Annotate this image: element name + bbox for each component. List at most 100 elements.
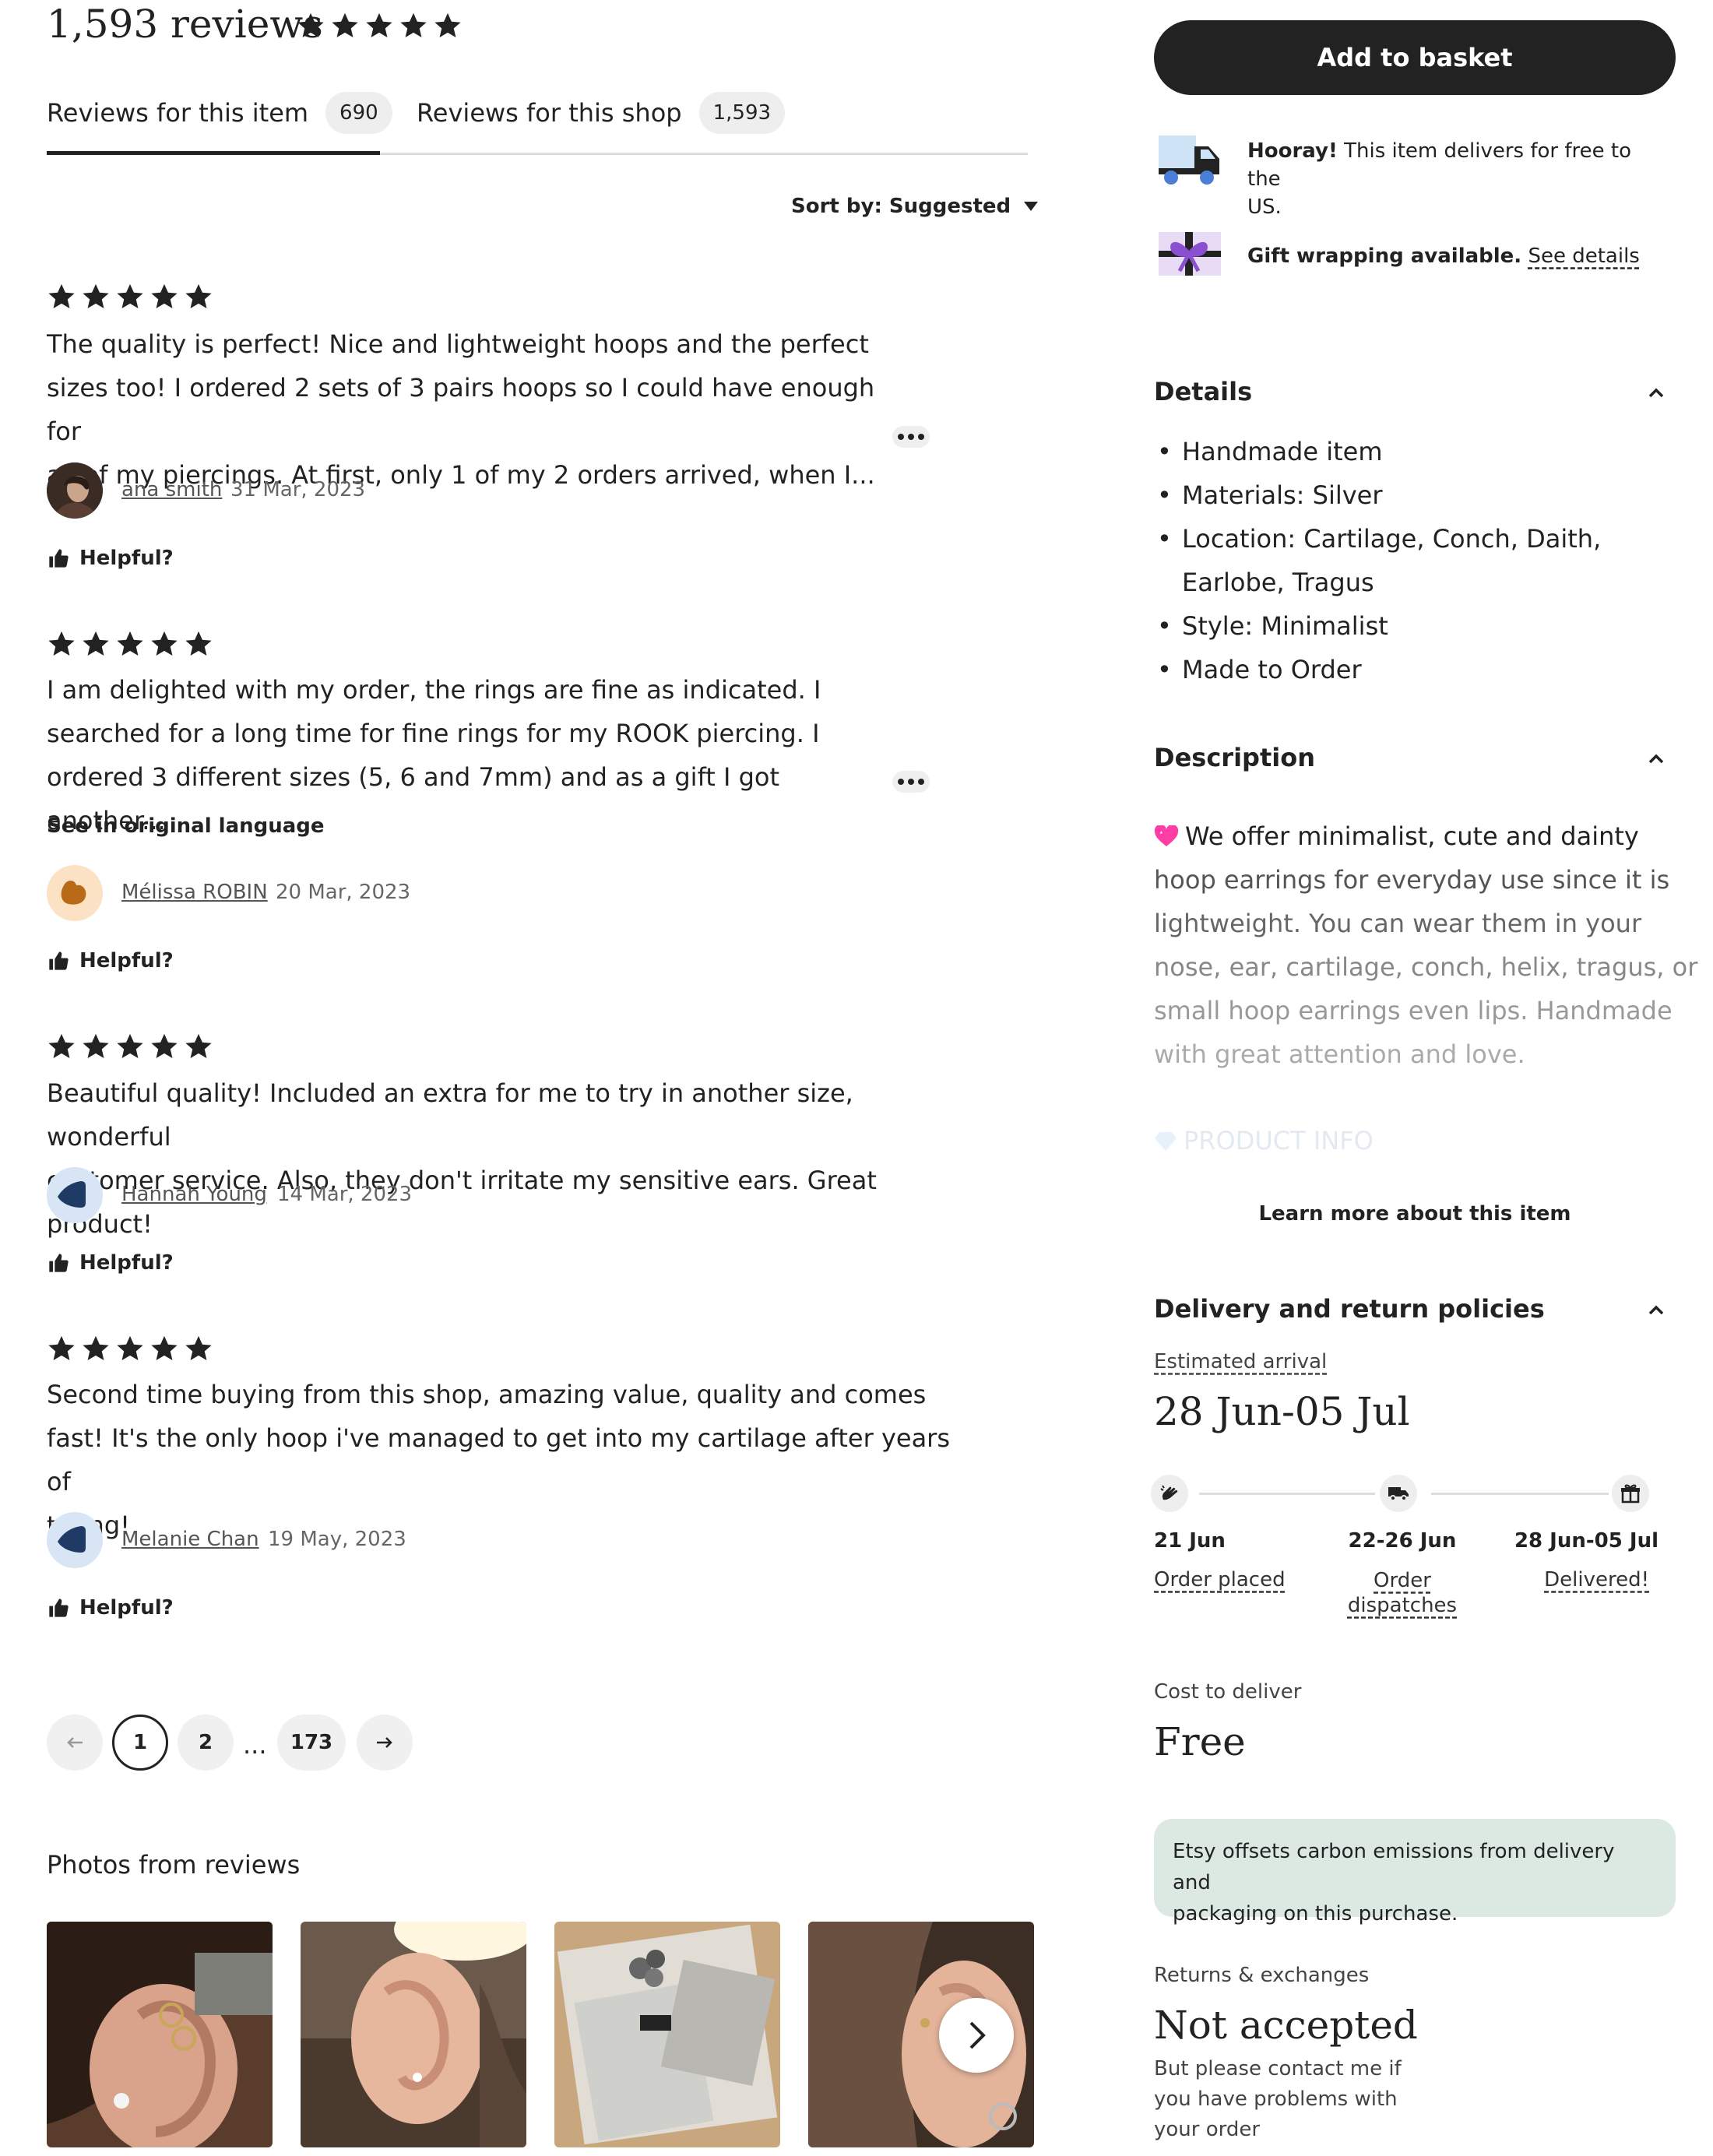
gem-icon (1155, 1132, 1177, 1151)
review-photo[interactable] (301, 1922, 526, 2147)
pagination-page-2[interactable]: 2 (178, 1715, 234, 1771)
review-photo[interactable] (554, 1922, 780, 2147)
description-line-text: We offer minimalist, cute and dainty (1185, 821, 1639, 851)
timeline-connector (1431, 1493, 1609, 1495)
avatar[interactable] (47, 865, 103, 921)
avatar[interactable] (47, 1512, 103, 1568)
returns-note-line: you have problems with (1154, 2087, 1398, 2111)
hooray-label: Hooray! (1247, 139, 1338, 163)
star-icon (47, 1032, 76, 1061)
estimated-arrival-label[interactable]: Estimated arrival (1154, 1350, 1327, 1373)
star-icon (47, 629, 76, 659)
delivery-policies-title: Delivery and return policies (1154, 1294, 1545, 1324)
thumbs-up-icon (49, 1254, 69, 1272)
star-icon (47, 1334, 76, 1363)
description-text: We offer minimalist, cute and dainty hoo… (1154, 814, 1699, 1076)
more-options-button[interactable] (892, 771, 930, 793)
detail-item: Handmade item (1154, 430, 1601, 473)
order-placed-link[interactable]: Order placed (1154, 1568, 1286, 1592)
review-author-link[interactable]: ana smith (121, 478, 222, 501)
description-line: nose, ear, cartilage, conch, helix, trag… (1154, 952, 1698, 982)
tab-reviews-item[interactable]: Reviews for this item 690 (47, 92, 392, 134)
review-date: 31 Mar, 2023 (230, 478, 366, 501)
star-icon (115, 629, 145, 659)
chevron-up-icon[interactable] (1646, 383, 1666, 403)
sort-dropdown[interactable]: Sort by: Suggested (791, 195, 1039, 218)
avatar[interactable] (47, 463, 103, 519)
photos-next-button[interactable] (939, 1998, 1014, 2073)
helpful-button[interactable]: Helpful? (47, 547, 174, 570)
arrow-left-icon (67, 1737, 83, 1748)
product-info-heading: PRODUCT INFO (1154, 1126, 1374, 1155)
review-author-link[interactable]: Mélissa ROBIN (121, 881, 268, 904)
avatar[interactable] (47, 1167, 103, 1223)
star-icon (115, 1334, 145, 1363)
star-icon (184, 1334, 213, 1363)
active-tab-indicator (47, 151, 380, 155)
review-text-line: I am delighted with my order, the rings … (47, 675, 821, 705)
carbon-offset-line: Etsy offsets carbon emissions from deliv… (1173, 1840, 1615, 1894)
review-date: 19 May, 2023 (268, 1528, 406, 1551)
reviews-count-title: 1,593 reviews (47, 2, 323, 47)
helpful-label: Helpful? (79, 949, 174, 972)
order-dispatches-link[interactable]: Order dispatches (1328, 1568, 1476, 1618)
review-author-link[interactable]: Hannah Young (121, 1183, 267, 1206)
tab-reviews-shop[interactable]: Reviews for this shop 1,593 (417, 92, 786, 134)
cost-to-deliver-label: Cost to deliver (1154, 1680, 1302, 1704)
review-author-link[interactable]: Melanie Chan (121, 1528, 259, 1551)
step-date: 28 Jun-05 Jul (1514, 1529, 1658, 1553)
returns-note-line: But please contact me if (1154, 2057, 1402, 2080)
chevron-up-icon[interactable] (1646, 749, 1666, 769)
dispatch-truck-icon (1380, 1475, 1417, 1512)
cost-to-deliver-value: Free (1154, 1719, 1246, 1764)
sort-label: Sort by: Suggested (791, 195, 1011, 218)
description-line: We offer minimalist, cute and dainty (1154, 814, 1699, 858)
more-options-button[interactable] (892, 426, 930, 448)
pagination-next-button[interactable] (357, 1715, 413, 1771)
pagination-prev-button[interactable] (47, 1715, 103, 1771)
helpful-label: Helpful? (79, 1596, 174, 1620)
photos-from-reviews-title: Photos from reviews (47, 1850, 301, 1880)
star-icon (296, 11, 325, 40)
description-line: hoop earrings for everyday use since it … (1154, 865, 1670, 895)
review-rating-stars (47, 1334, 213, 1363)
learn-more-link[interactable]: Learn more about this item (1154, 1202, 1676, 1226)
see-details-link[interactable]: See details (1528, 244, 1639, 268)
delivered-link[interactable]: Delivered! (1495, 1568, 1649, 1592)
gift-wrapping-text: Gift wrapping available. (1247, 244, 1522, 268)
arrow-right-icon (377, 1737, 392, 1748)
star-icon (149, 282, 179, 311)
review-rating-stars (47, 629, 213, 659)
delivered-gift-icon (1612, 1475, 1649, 1512)
star-icon (81, 282, 111, 311)
tab-label: Reviews for this shop (417, 98, 682, 128)
review-text-line: Beautiful quality! Included an extra for… (47, 1078, 853, 1152)
thumbs-up-icon (49, 951, 69, 970)
helpful-button[interactable]: Helpful? (47, 1596, 174, 1620)
gift-icon (1157, 229, 1222, 282)
carbon-offset-line: packaging on this purchase. (1173, 1902, 1458, 1926)
carbon-offset-notice: Etsy offsets carbon emissions from deliv… (1154, 1819, 1676, 1926)
chevron-up-icon[interactable] (1646, 1300, 1666, 1321)
see-original-language-link[interactable]: See in original language (47, 814, 325, 838)
tab-label: Reviews for this item (47, 98, 309, 128)
review-rating-stars (47, 1032, 213, 1061)
pagination-page-173[interactable]: 173 (277, 1715, 346, 1771)
overall-rating-stars (296, 11, 463, 40)
star-icon (184, 282, 213, 311)
add-to-basket-button[interactable]: Add to basket (1154, 20, 1676, 95)
helpful-button[interactable]: Helpful? (47, 1251, 174, 1275)
helpful-button[interactable]: Helpful? (47, 949, 174, 972)
free-delivery-text: Hooray! This item delivers for free to t… (1247, 137, 1652, 221)
review-photo[interactable] (47, 1922, 273, 2147)
pagination-ellipsis: ... (243, 1730, 267, 1760)
pagination-page-1[interactable]: 1 (112, 1715, 168, 1771)
details-title: Details (1154, 377, 1253, 406)
free-delivery-line: US. (1247, 195, 1282, 219)
product-info-text: PRODUCT INFO (1184, 1126, 1374, 1155)
description-line: lightweight. You can wear them in your (1154, 909, 1642, 938)
review-text: Second time buying from this shop, amazi… (47, 1373, 966, 1547)
star-icon (184, 1032, 213, 1061)
star-icon (47, 282, 76, 311)
star-icon (81, 1334, 111, 1363)
